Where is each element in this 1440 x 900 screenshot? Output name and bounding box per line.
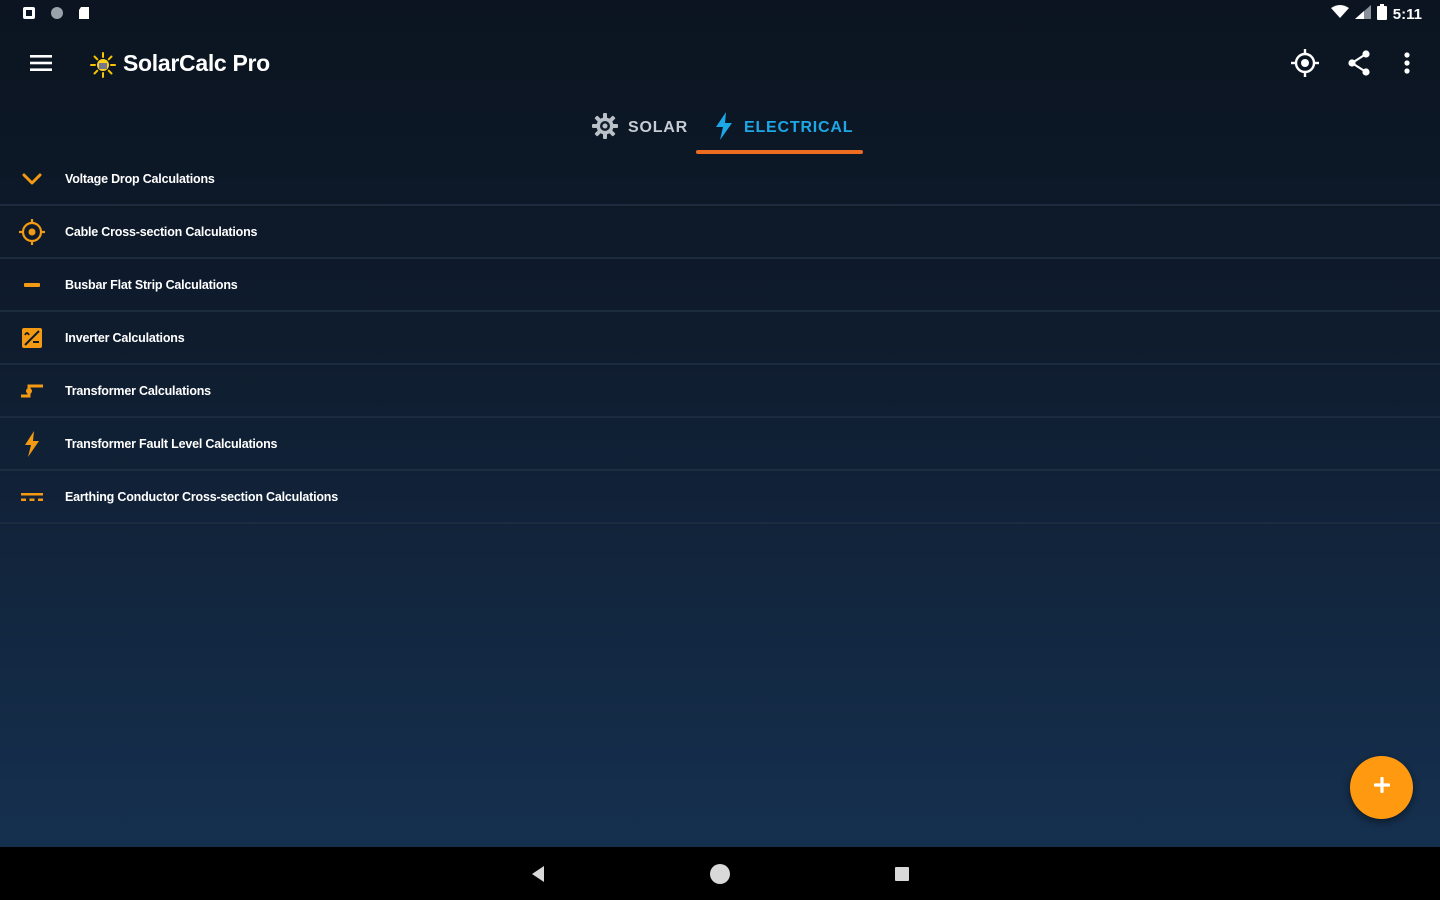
status-bar-left-icons bbox=[22, 6, 92, 20]
list-item-label: Transformer Calculations bbox=[65, 383, 211, 398]
tab-bar: SOLAR ELECTRICAL bbox=[0, 100, 1440, 156]
app-screen: 5:11 SolarCalc Pro SOLAR ELECTRICAL Volt… bbox=[0, 0, 1440, 847]
list-item-voltage-drop[interactable]: Voltage Drop Calculations bbox=[0, 153, 1440, 206]
tab-solar-label: SOLAR bbox=[628, 119, 688, 136]
tab-electrical[interactable]: ELECTRICAL bbox=[714, 100, 853, 156]
back-icon[interactable] bbox=[525, 861, 551, 887]
list-item-transformer[interactable]: Transformer Calculations bbox=[0, 365, 1440, 418]
cell-signal-icon bbox=[1354, 5, 1371, 23]
lightning-icon bbox=[714, 111, 734, 145]
sd-card-icon bbox=[78, 6, 92, 20]
cable-target-icon bbox=[19, 218, 45, 245]
list-item-cable-cross-section[interactable]: Cable Cross-section Calculations bbox=[0, 206, 1440, 259]
fault-bolt-icon bbox=[19, 430, 45, 457]
busbar-icon bbox=[19, 272, 45, 298]
sun-logo-icon bbox=[90, 52, 116, 78]
list-item-label: Transformer Fault Level Calculations bbox=[65, 436, 278, 451]
list-item-label: Cable Cross-section Calculations bbox=[65, 224, 258, 239]
list-item-label: Voltage Drop Calculations bbox=[65, 171, 215, 186]
gear-icon bbox=[592, 112, 618, 144]
list-item-label: Busbar Flat Strip Calculations bbox=[65, 277, 238, 292]
app-bar: SolarCalc Pro bbox=[0, 28, 1440, 100]
calculation-list: Voltage Drop Calculations Cable Cross-se… bbox=[0, 153, 1440, 524]
circle-status-icon bbox=[50, 6, 64, 20]
recents-icon[interactable] bbox=[889, 861, 915, 887]
transformer-icon bbox=[19, 378, 45, 404]
hamburger-menu-icon[interactable] bbox=[22, 44, 60, 82]
status-bar-right: 5:11 bbox=[1330, 4, 1422, 24]
chevron-down-icon bbox=[19, 166, 45, 192]
locate-icon[interactable] bbox=[1288, 46, 1322, 80]
system-nav-bar bbox=[0, 847, 1440, 900]
wifi-icon bbox=[1330, 5, 1349, 23]
add-fab-button[interactable] bbox=[1350, 756, 1413, 819]
tab-electrical-label: ELECTRICAL bbox=[744, 119, 854, 136]
notification-app-icon bbox=[22, 6, 36, 20]
list-item-busbar[interactable]: Busbar Flat Strip Calculations bbox=[0, 259, 1440, 312]
inverter-icon bbox=[19, 325, 45, 351]
status-time: 5:11 bbox=[1392, 5, 1422, 23]
list-item-transformer-fault[interactable]: Transformer Fault Level Calculations bbox=[0, 418, 1440, 471]
list-item-label: Inverter Calculations bbox=[65, 330, 185, 345]
more-vert-icon[interactable] bbox=[1390, 46, 1424, 80]
list-item-earthing-conductor[interactable]: Earthing Conductor Cross-section Calcula… bbox=[0, 471, 1440, 524]
share-icon[interactable] bbox=[1342, 46, 1376, 80]
home-icon[interactable] bbox=[707, 861, 733, 887]
status-bar: 5:11 bbox=[0, 0, 1440, 28]
earthing-icon bbox=[19, 484, 45, 510]
list-item-inverter[interactable]: Inverter Calculations bbox=[0, 312, 1440, 365]
list-item-label: Earthing Conductor Cross-section Calcula… bbox=[65, 489, 338, 504]
tab-solar[interactable]: SOLAR bbox=[592, 100, 688, 156]
battery-icon bbox=[1376, 4, 1387, 24]
plus-icon bbox=[1373, 776, 1391, 799]
app-title: SolarCalc Pro bbox=[123, 50, 270, 76]
